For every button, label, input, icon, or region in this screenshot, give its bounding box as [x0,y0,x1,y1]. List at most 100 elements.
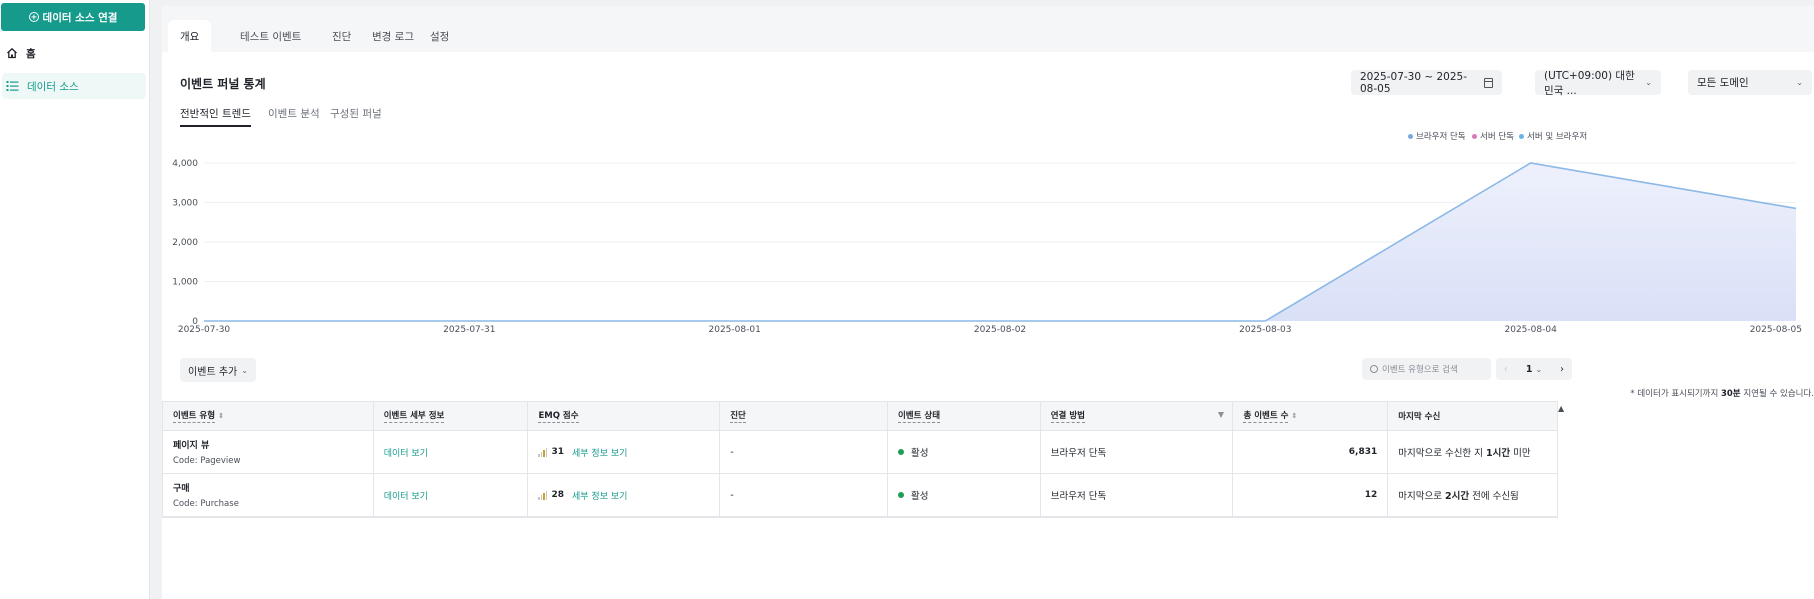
tab-overview[interactable]: 개요 [168,20,212,52]
search-icon [1370,365,1378,373]
last-received-bold: 2시간 [1444,491,1470,502]
y-tick-label: 1,000 [172,278,198,288]
x-tick-label: 2025-07-30 [178,325,231,335]
table-row[interactable]: 페이지 뷰 Code: Pageview 데이터 보기 31 세부 정보 보기 … [163,431,1557,474]
connect-data-source-button[interactable]: 데이터 소스 연결 [1,3,145,31]
x-tick-label: 2025-08-04 [1505,325,1558,335]
signal-bars-icon [538,490,548,500]
event-name: 구매 [173,484,190,494]
funnel-trend-chart: 01,0002,0003,0004,0002025-07-30 2025-07-3… [172,159,1802,335]
legend-dot [1408,133,1413,139]
view-details-link[interactable]: 세부 정보 보기 [572,489,627,502]
search-placeholder: 이벤트 유형으로 검색 [1382,365,1458,375]
filter-icon[interactable] [1218,412,1225,418]
status-cell: 활성 [888,431,1041,473]
event-details-cell: 데이터 보기 [374,431,529,473]
subtab-overall-trend[interactable]: 전반적인 트렌드 [180,106,251,127]
header-event-status: 이벤트 상태 [888,402,1041,430]
tab-test-events[interactable]: 테스트 이벤트 [228,20,313,52]
header-label: 총 이벤트 수 [1243,411,1289,423]
sidebar-item-home[interactable]: 홈 [2,40,146,66]
y-tick-label: 4,000 [172,159,198,169]
tab-change-log[interactable]: 변경 로그 [360,20,426,52]
domain-select[interactable]: 모든 도메인 ⌄ [1688,70,1812,95]
view-data-link[interactable]: 데이터 보기 [384,446,428,459]
pagination: ‹ 1 ⌄ › [1496,358,1572,380]
emq-cell: 28 세부 정보 보기 [528,474,721,516]
section-title: 이벤트 퍼널 통계 [180,77,266,91]
y-tick-label: 2,000 [172,238,198,248]
diagnosis-cell: - [720,474,888,516]
last-received-suffix: 미만 [1510,448,1531,459]
event-name: 페이지 뷰 [173,441,210,451]
subtab-configured-funnel[interactable]: 구성된 퍼널 [330,106,382,125]
app-root: 데이터 소스 연결 홈 데이터 소스 개요 테스트 이벤트 진단 변경 로그 설… [0,0,1814,599]
event-type-cell: 구매 Code: Purchase [163,474,374,516]
delay-note-suffix: 지연될 수 있습니다. [1740,389,1814,399]
legend-label: 브라우저 단독 [1416,132,1466,142]
date-range-picker[interactable]: 2025-07-30 ~ 2025-08-05 [1351,70,1502,95]
scroll-up-icon[interactable]: ▲ [1558,404,1564,413]
last-received-cell: 마지막으로 2시간 전에 수신됨 [1388,474,1557,516]
header-total-events[interactable]: 총 이벤트 수 ⇕ [1233,402,1389,430]
plus-circle-icon [28,12,39,22]
main-panel: 개요 테스트 이벤트 진단 변경 로그 설정 이벤트 퍼널 통계 2025-07… [162,6,1814,599]
last-received-cell: 마지막으로 수신한 지 1시간 미만 [1388,431,1557,473]
header-label: 마지막 수신 [1398,412,1441,422]
x-tick-label: 2025-08-02 [974,325,1026,335]
tab-diagnostics[interactable]: 진단 [320,20,363,52]
total-events-cell: 6,831 [1233,431,1389,473]
sort-icon[interactable]: ⇕ [1291,412,1297,420]
tab-settings[interactable]: 설정 [418,20,461,52]
add-event-label: 이벤트 추가 [188,366,238,378]
chevron-down-icon: ⌄ [241,365,248,375]
header-event-type[interactable]: 이벤트 유형 ⇕ [163,402,374,430]
view-data-link[interactable]: 데이터 보기 [384,489,428,502]
status-text: 활성 [910,448,929,459]
sidebar-item-data-source[interactable]: 데이터 소스 [2,73,146,99]
y-tick-label: 3,000 [172,199,198,209]
sort-icon[interactable]: ⇕ [218,412,224,420]
total-events-cell: 12 [1233,474,1389,516]
header-label: 이벤트 상태 [897,411,941,423]
header-last-received: 마지막 수신 [1388,402,1557,430]
last-received-prefix: 마지막으로 수신한 지 [1398,448,1486,459]
legend-label: 서버 단독 [1480,132,1514,142]
page-select[interactable]: 1 ⌄ [1526,364,1542,375]
sidebar-item-label: 홈 [26,47,36,60]
connect-button-label: 데이터 소스 연결 [42,11,118,24]
delay-note-bold: 30분 [1720,389,1741,399]
header-label: EMQ 점수 [538,411,579,423]
event-type-block: 구매 Code: Purchase [173,481,239,509]
date-range-value: 2025-07-30 ~ 2025-08-05 [1360,70,1468,95]
legend-item-server: 서버 단독 [1472,130,1514,142]
tab-bar: 개요 테스트 이벤트 진단 변경 로그 설정 [162,6,1814,52]
last-received-prefix: 마지막으로 [1398,491,1445,502]
status-text: 활성 [910,491,929,502]
legend-label: 서버 및 브라우저 [1527,132,1588,142]
add-event-button[interactable]: 이벤트 추가 ⌄ [180,358,256,382]
status-dot [897,449,904,455]
emq-cell: 31 세부 정보 보기 [528,431,721,473]
event-code: Code: Pageview [173,456,241,466]
delay-note-prefix: * 데이터가 표시되기까지 [1630,389,1721,399]
prev-page-icon[interactable]: ‹ [1504,364,1508,375]
timezone-value: (UTC+09:00) 대한민국 ... [1544,69,1635,97]
sidebar-item-label: 데이터 소스 [27,80,79,93]
legend-dot [1472,133,1477,139]
x-tick-label: 2025-08-01 [709,325,761,335]
chevron-down-icon: ⌄ [1645,78,1652,87]
view-details-link[interactable]: 세부 정보 보기 [572,446,627,459]
header-label: 이벤트 세부 정보 [383,411,445,423]
next-page-icon[interactable]: › [1560,364,1564,375]
header-label: 진단 [730,411,746,423]
header-emq-score: EMQ 점수 [528,402,721,430]
header-diagnosis: 진단 [720,402,888,430]
timezone-select[interactable]: (UTC+09:00) 대한민국 ... ⌄ [1535,69,1661,97]
event-search-input[interactable]: 이벤트 유형으로 검색 [1362,358,1491,380]
event-code: Code: Purchase [173,499,239,509]
table-row[interactable]: 구매 Code: Purchase 데이터 보기 28 세부 정보 보기 - 활… [163,474,1557,517]
subtab-event-analysis[interactable]: 이벤트 분석 [268,106,320,125]
header-event-details: 이벤트 세부 정보 [374,402,529,430]
method-cell: 브라우저 단독 [1041,431,1234,473]
